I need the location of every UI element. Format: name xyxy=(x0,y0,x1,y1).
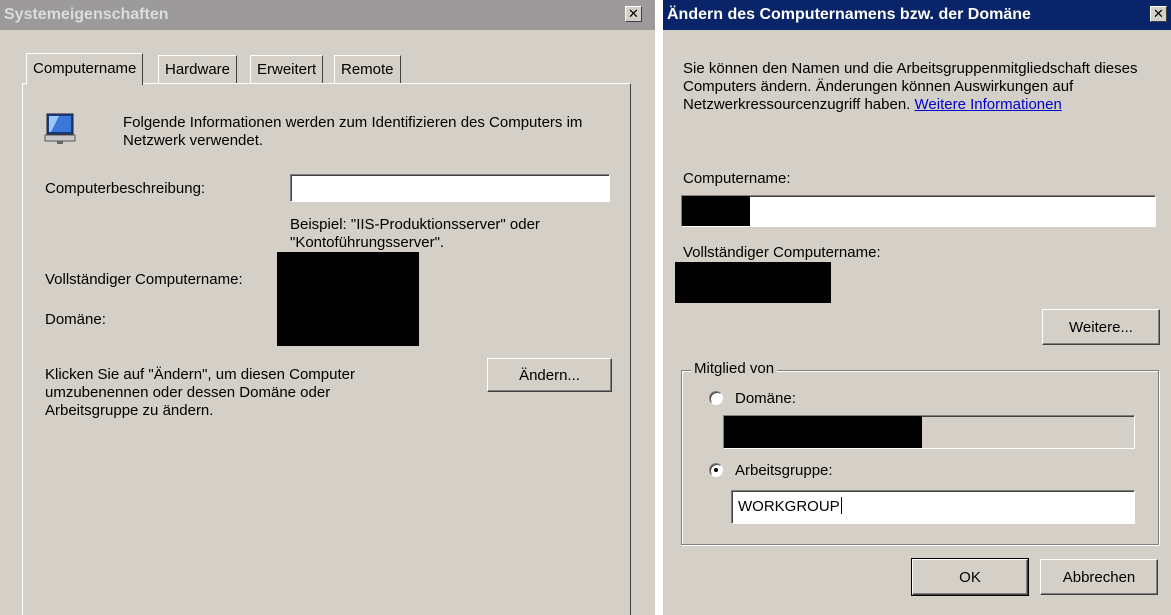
redacted-full-name-and-domain xyxy=(277,252,419,346)
computer-name-label: Computername: xyxy=(683,170,791,187)
redacted-full-computer-name xyxy=(675,262,831,303)
workgroup-input[interactable]: WORKGROUP xyxy=(731,490,1135,524)
intro-text: Folgende Informationen werden zum Identi… xyxy=(123,114,583,149)
computername-tab-panel: Folgende Informationen werden zum Identi… xyxy=(22,83,631,615)
system-properties-titlebar[interactable]: Systemeigenschaften ✕ xyxy=(0,0,655,30)
tab-computername[interactable]: Computername xyxy=(26,53,144,85)
more-button[interactable]: Weitere... xyxy=(1042,309,1160,345)
workgroup-radio[interactable] xyxy=(709,463,723,477)
change-instructions: Klicken Sie auf "Ändern", um diesen Comp… xyxy=(45,366,355,419)
domain-label: Domäne: xyxy=(45,311,106,328)
tab-label: Hardware xyxy=(165,61,231,78)
tab-remote[interactable]: Remote xyxy=(334,55,401,83)
intro-text: Sie können den Namen und die Arbeitsgrup… xyxy=(683,60,1138,113)
system-properties-window: Systemeigenschaften ✕ Computername Hardw… xyxy=(0,0,655,615)
change-button[interactable]: Ändern... xyxy=(487,358,612,392)
more-info-link[interactable]: Weitere Informationen xyxy=(915,96,1062,113)
cancel-button[interactable]: Abbrechen xyxy=(1040,559,1158,595)
cancel-button-label: Abbrechen xyxy=(1062,568,1136,586)
window-title: Systemeigenschaften xyxy=(4,6,169,23)
window-gap xyxy=(655,0,663,615)
tab-label: Remote xyxy=(341,61,394,78)
redacted-domain xyxy=(724,416,922,448)
example-text: Beispiel: "IIS-Produktionsserver" oder "… xyxy=(290,216,540,250)
window-title: Ändern des Computernamens bzw. der Domän… xyxy=(667,6,1031,23)
computer-name-input[interactable] xyxy=(681,195,1156,227)
domain-radio[interactable] xyxy=(709,391,723,405)
close-icon[interactable]: ✕ xyxy=(625,6,642,22)
tab-label: Computername xyxy=(33,60,137,77)
tab-hardware[interactable]: Hardware xyxy=(158,55,238,83)
computer-description-input[interactable] xyxy=(290,174,610,202)
full-computer-name-label: Vollständiger Computername: xyxy=(683,244,881,261)
workgroup-radio-label[interactable]: Arbeitsgruppe: xyxy=(735,462,833,479)
more-button-label: Weitere... xyxy=(1069,318,1133,336)
computer-network-icon xyxy=(44,113,76,144)
ok-button-label: OK xyxy=(959,568,981,586)
redacted-computer-name xyxy=(682,196,750,226)
workgroup-value: WORKGROUP xyxy=(738,497,842,515)
text-cursor xyxy=(840,497,842,514)
ok-button[interactable]: OK xyxy=(911,558,1029,596)
workgroup-value-text: WORKGROUP xyxy=(738,498,840,515)
close-icon[interactable]: ✕ xyxy=(1150,6,1167,22)
change-button-label: Ändern... xyxy=(519,366,580,384)
member-of-legend: Mitglied von xyxy=(691,360,778,377)
tab-erweitert[interactable]: Erweitert xyxy=(250,55,324,83)
change-computer-name-titlebar[interactable]: Ändern des Computernamens bzw. der Domän… xyxy=(663,0,1171,30)
change-computer-name-window: Ändern des Computernamens bzw. der Domän… xyxy=(663,0,1171,615)
tab-label: Erweitert xyxy=(257,61,317,78)
description-label: Computerbeschreibung: xyxy=(45,180,206,197)
intro-paragraph: Sie können den Namen und die Arbeitsgrup… xyxy=(683,60,1163,114)
full-computer-name-label: Vollständiger Computername: xyxy=(45,271,243,288)
domain-radio-label[interactable]: Domäne: xyxy=(735,390,796,407)
